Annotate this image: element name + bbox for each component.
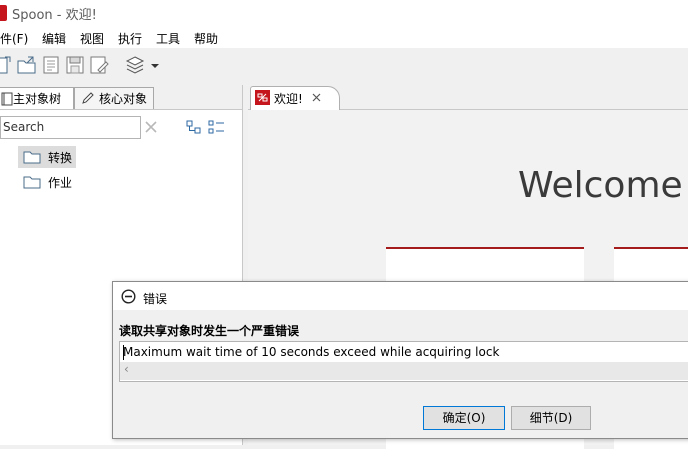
expand-all-icon[interactable]: [186, 119, 202, 135]
editor-tab-row: 欢迎!: [248, 85, 688, 111]
tree-book-icon: [1, 92, 13, 106]
welcome-tab-icon: [255, 90, 270, 105]
search-field[interactable]: [0, 116, 141, 139]
details-button[interactable]: 细节(D): [511, 406, 591, 430]
horizontal-scrollbar[interactable]: ‹: [120, 362, 688, 380]
layers-icon[interactable]: [124, 54, 146, 76]
pencil-icon: [82, 92, 94, 104]
toolbar: [0, 48, 688, 84]
explore-repository-icon[interactable]: [40, 54, 62, 76]
menu-edit[interactable]: 编辑: [42, 30, 66, 47]
folder-icon: [23, 176, 41, 189]
close-tab-icon[interactable]: [312, 93, 321, 102]
menu-file[interactable]: 件(F): [0, 30, 28, 47]
dialog-title-bar: 错误: [113, 282, 688, 310]
tab-main-object-tree[interactable]: 主对象树: [0, 87, 74, 109]
folder-icon: [23, 151, 41, 164]
open-folder-icon[interactable]: [16, 54, 38, 76]
spoon-app-icon: [0, 5, 7, 21]
tree-item-label: 转换: [48, 151, 73, 165]
menu-bar: 件(F) 编辑 视图 执行 工具 帮助: [0, 26, 688, 48]
dialog-message: 读取共享对象时发生一个严重错误: [119, 324, 300, 338]
error-detail-text: Maximum wait time of 10 seconds exceed w…: [123, 345, 500, 359]
window-title: Spoon - 欢迎!: [12, 8, 97, 23]
error-dialog: 错误 读取共享对象时发生一个严重错误 Maximum wait time of …: [112, 281, 688, 439]
tab-core-objects[interactable]: 核心对象: [74, 87, 154, 109]
error-detail-textbox[interactable]: Maximum wait time of 10 seconds exceed w…: [119, 341, 688, 382]
title-bar: Spoon - 欢迎!: [0, 0, 688, 26]
menu-view[interactable]: 视图: [80, 30, 104, 47]
layers-dropdown-arrow-icon[interactable]: [148, 54, 162, 76]
left-panel-tab-row: 主对象树 核心对象: [0, 85, 242, 110]
tab-core-objects-label: 核心对象: [99, 92, 148, 106]
tree-item-label: 作业: [48, 176, 73, 190]
welcome-heading: Welcome t: [518, 165, 688, 206]
ok-button[interactable]: 确定(O): [423, 406, 505, 430]
error-icon: [121, 289, 136, 304]
collapse-all-icon[interactable]: [208, 119, 226, 135]
tree-item-transformations[interactable]: 转换: [18, 146, 76, 168]
search-input[interactable]: [3, 118, 133, 135]
tab-main-object-tree-label: 主对象树: [13, 92, 62, 106]
dialog-title: 错误: [143, 292, 168, 306]
tab-welcome-label: 欢迎!: [274, 92, 303, 106]
clear-search-icon[interactable]: [143, 119, 159, 135]
menu-help[interactable]: 帮助: [194, 30, 218, 47]
save-icon[interactable]: [64, 54, 86, 76]
tab-welcome[interactable]: 欢迎!: [250, 86, 340, 111]
scroll-left-arrow-icon[interactable]: ‹: [124, 362, 129, 376]
menu-tools[interactable]: 工具: [156, 30, 180, 47]
save-as-icon[interactable]: [88, 54, 110, 76]
tree-item-jobs[interactable]: 作业: [18, 171, 76, 193]
new-file-icon[interactable]: [0, 54, 14, 76]
menu-run[interactable]: 执行: [118, 30, 142, 47]
